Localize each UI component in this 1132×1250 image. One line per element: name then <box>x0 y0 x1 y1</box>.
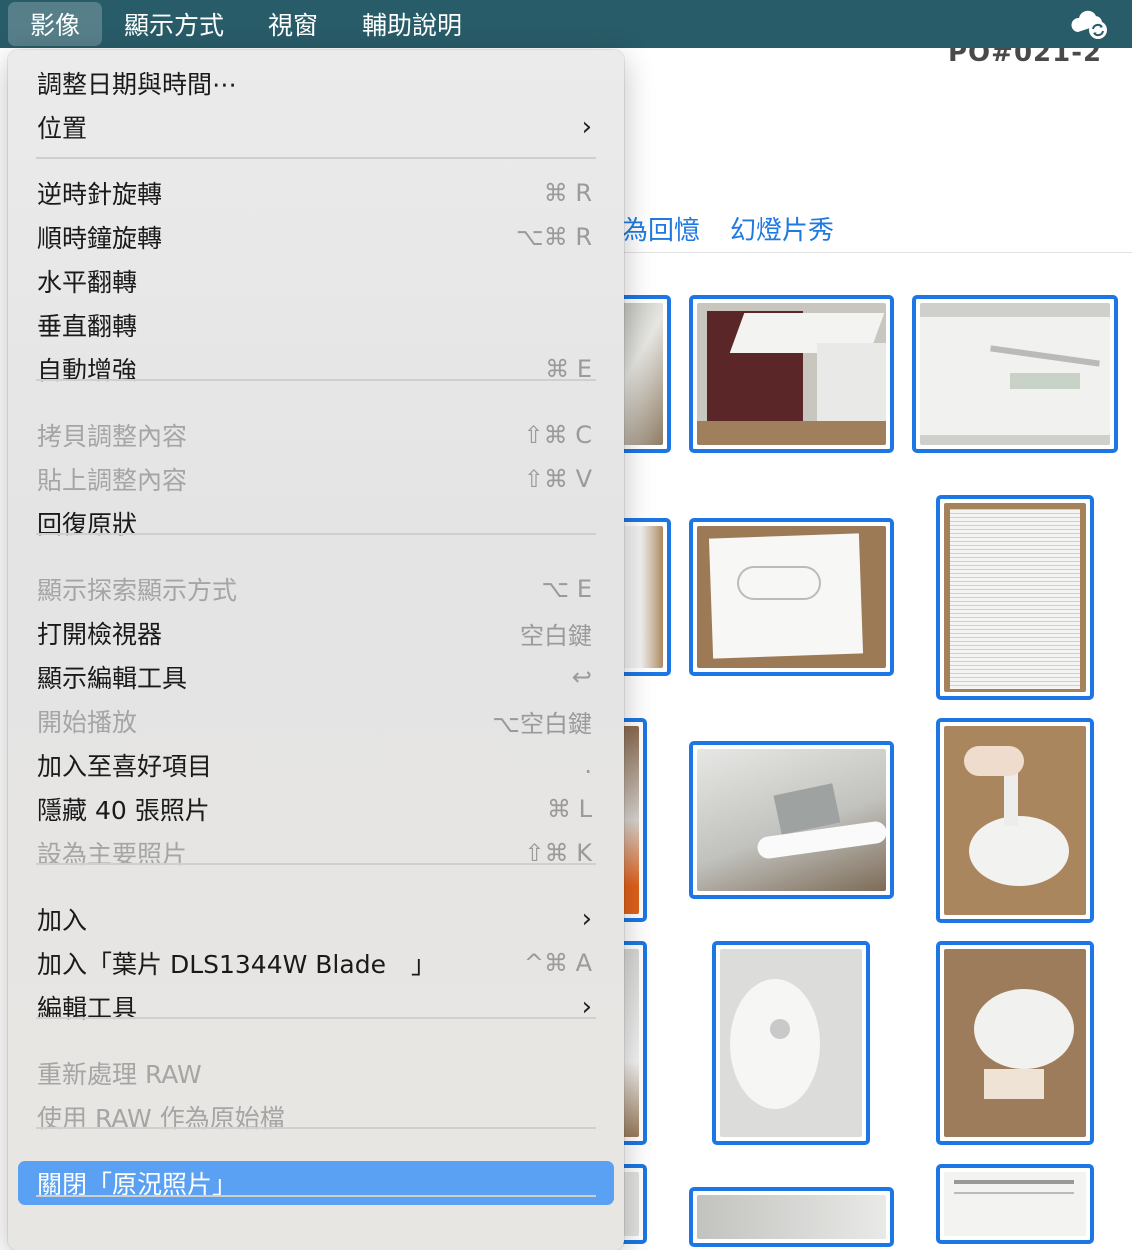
menu-item[interactable]: 關閉「原況照片」 <box>18 1161 614 1205</box>
menu-item-label: 垂直翻轉 <box>37 312 138 341</box>
menu-separator <box>36 1127 596 1129</box>
photo-thumbnail[interactable] <box>689 295 894 453</box>
menu-item: 重新處理 RAW <box>8 1051 624 1095</box>
tab-slideshow[interactable]: 幻燈片秀 <box>730 210 834 247</box>
photo-thumbnail[interactable] <box>912 295 1118 453</box>
menu-item: 使用 RAW 作為原始檔 <box>8 1095 624 1139</box>
menu-item-label: 設為主要照片 <box>37 840 188 869</box>
menu-item[interactable]: 逆時針旋轉 ⌘ R <box>8 171 624 215</box>
menu-item-shortcut: 空白鍵 <box>520 621 592 650</box>
menu-item-shortcut: . <box>584 751 592 779</box>
menu-item[interactable]: 回復原狀 <box>8 501 624 545</box>
menu-item-label: 位置 <box>37 114 88 143</box>
menu-separator <box>36 1195 596 1197</box>
menu-item-label: 調整日期與時間⋯ <box>37 70 238 99</box>
menu-item-label: 顯示編輯工具 <box>37 664 188 693</box>
menu-item[interactable]: 顯示編輯工具 ↩ <box>8 655 624 699</box>
photo-thumbnail[interactable] <box>936 941 1094 1145</box>
menu-item-label: 加入 <box>37 906 88 935</box>
menu-item-label: 編輯工具 <box>37 994 138 1023</box>
menu-item-label: 顯示探索顯示方式 <box>37 576 238 605</box>
menu-item-label: 加入至喜好項目 <box>37 752 213 781</box>
menubar-view[interactable]: 顯示方式 <box>102 2 246 46</box>
menu-item[interactable]: 加入「葉片 DLS1344W Blade 」 ^⌘ A <box>8 941 624 985</box>
menu-item-shortcut: ↩ <box>571 663 592 691</box>
menu-separator <box>36 533 596 535</box>
tab-divider <box>624 252 1132 253</box>
menu-item-shortcut: ⇧⌘ V <box>523 465 592 493</box>
menu-item-label: 水平翻轉 <box>37 268 138 297</box>
menu-item-label: 貼上調整內容 <box>37 466 188 495</box>
tab-memories[interactable]: 為回憶 <box>622 210 700 247</box>
menu-separator <box>36 1017 596 1019</box>
chevron-right-icon: › <box>581 112 592 142</box>
menu-item-shortcut: ⌥ E <box>541 575 592 603</box>
menu-item: 拷貝調整內容 ⇧⌘ C <box>8 413 624 457</box>
menu-item-shortcut: ⌥⌘ R <box>516 223 592 251</box>
photo-thumbnail[interactable] <box>712 941 870 1145</box>
menu-item: 設為主要照片 ⇧⌘ K <box>8 831 624 875</box>
menu-item[interactable]: 隱藏 40 張照片 ⌘ L <box>8 787 624 831</box>
menu-item: 貼上調整內容 ⇧⌘ V <box>8 457 624 501</box>
menu-item-label: 開始播放 <box>37 708 138 737</box>
menu-item-shortcut: ^⌘ A <box>523 949 592 977</box>
menu-item[interactable]: 垂直翻轉 <box>8 303 624 347</box>
menubar-window[interactable]: 視窗 <box>246 2 340 46</box>
photo-thumbnail[interactable] <box>689 741 894 899</box>
menu-item[interactable]: 水平翻轉 <box>8 259 624 303</box>
menu-separator <box>36 379 596 381</box>
menu-item: 開始播放 ⌥空白鍵 <box>8 699 624 743</box>
view-tabs: 為回憶 幻燈片秀 <box>622 210 834 247</box>
photo-thumbnail[interactable] <box>689 1187 894 1247</box>
menu-item-label: 重新處理 RAW <box>37 1060 202 1089</box>
menu-item[interactable]: 加入 › <box>8 897 624 941</box>
menu-item-shortcut: ⌘ R <box>543 179 592 207</box>
menu-item[interactable]: 加入至喜好項目. <box>8 743 624 787</box>
menu-item-shortcut: ⇧⌘ C <box>523 421 593 449</box>
menu-item-shortcut: ⌘ L <box>547 795 592 823</box>
menu-item-label: 打開檢視器 <box>37 620 163 649</box>
menu-item: 顯示探索顯示方式 ⌥ E <box>8 567 624 611</box>
menu-item[interactable]: 順時鐘旋轉 ⌥⌘ R <box>8 215 624 259</box>
menubar-image[interactable]: 影像 <box>8 2 103 46</box>
menubar-help[interactable]: 輔助說明 <box>340 2 484 46</box>
menu-item-label: 使用 RAW 作為原始檔 <box>37 1104 285 1133</box>
menu-item-shortcut: ⌥空白鍵 <box>492 709 592 738</box>
chevron-right-icon: › <box>581 904 592 934</box>
image-menu: 調整日期與時間⋯ 位置 › 逆時針旋轉 ⌘ R 順時鐘旋轉 ⌥⌘ R 水平翻轉垂直翻轉自動增強… <box>8 50 624 1250</box>
menu-item-label: 拷貝調整內容 <box>37 422 188 451</box>
menu-item-label: 自動增強 <box>37 356 138 385</box>
menu-separator <box>36 863 596 865</box>
menu-item-label: 回復原狀 <box>37 510 138 539</box>
menu-separator <box>36 157 596 159</box>
menu-bar: 影像 顯示方式 視窗 輔助說明 <box>0 0 1132 48</box>
menu-item[interactable]: 自動增強 ⌘ E <box>8 347 624 391</box>
menu-item[interactable]: 位置 › <box>8 105 624 149</box>
menu-item[interactable]: 打開檢視器 空白鍵 <box>8 611 624 655</box>
menu-item[interactable]: 調整日期與時間⋯ <box>8 61 624 105</box>
menu-item-label: 逆時針旋轉 <box>37 180 163 209</box>
cloud-sync-icon[interactable] <box>1068 8 1112 40</box>
menu-item-label: 加入「葉片 DLS1344W Blade 」 <box>37 950 436 979</box>
menu-item-label: 順時鐘旋轉 <box>37 224 163 253</box>
photo-thumbnail[interactable] <box>936 718 1094 923</box>
menu-item-label: 隱藏 40 張照片 <box>37 796 210 825</box>
photo-thumbnail[interactable] <box>936 495 1094 700</box>
menu-item[interactable]: 編輯工具 › <box>8 985 624 1029</box>
photo-thumbnail[interactable] <box>689 518 894 676</box>
photo-thumbnail[interactable] <box>936 1164 1094 1244</box>
